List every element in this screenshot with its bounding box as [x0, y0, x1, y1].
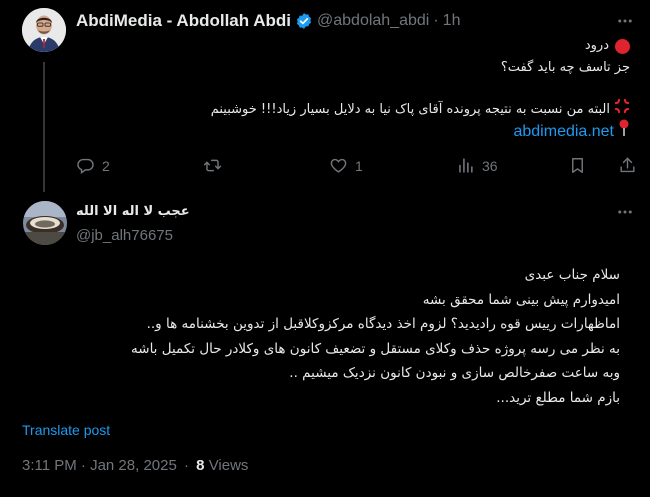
header-separator: · — [433, 12, 439, 29]
focused-reply-tweet[interactable]: عجب لا اله الا الله @jb_alh76675 سلام جن… — [0, 190, 650, 497]
share-icon — [620, 157, 635, 173]
reply-line: به نظر می رسه پروژه حذف وکلای مستقل و تض… — [131, 340, 620, 357]
reply-author-avatar[interactable] — [23, 201, 67, 245]
reply-line: سلام جناب عبدی — [524, 267, 620, 283]
tweet-link[interactable]: abdimedia.net — [513, 121, 614, 143]
tweet-line: جز تاسف چه باید گفت؟ — [500, 60, 630, 75]
verified-badge-icon — [295, 12, 313, 30]
round-pushpin-icon — [618, 119, 630, 145]
views-label: Views — [208, 457, 249, 474]
meta-separator: · — [184, 457, 189, 474]
tweet-actions: 2 1 36 — [76, 156, 636, 178]
author-avatar[interactable] — [22, 8, 66, 52]
parent-tweet[interactable]: AbdiMedia - Abdollah Abdi @abdolah_abdi … — [0, 0, 650, 192]
tweet-line: البته من نسبت به نتیجه پرونده آقای پاک ن… — [210, 102, 610, 117]
translate-post-link[interactable]: Translate post — [22, 422, 110, 438]
reply-line: وبه ساعت صفرخالص سازی و نبودن کانون نزدی… — [289, 365, 620, 381]
thread-connector-line — [43, 62, 45, 192]
reply-count: 2 — [102, 157, 110, 174]
views-count: 8 — [196, 457, 205, 474]
reply-author-handle[interactable]: @jb_alh76675 — [76, 227, 173, 244]
post-metadata: 3:11 PM · Jan 28, 2025 · 8 Views — [22, 457, 248, 474]
heart-icon — [330, 158, 347, 173]
retweet-icon — [203, 159, 222, 172]
more-options-icon[interactable] — [614, 201, 636, 223]
bookmark-icon — [572, 158, 583, 173]
tweet-time[interactable]: 1h — [443, 12, 461, 30]
reply-author-name[interactable]: عجب لا اله الا الله — [76, 204, 190, 219]
views-button[interactable]: 36 — [456, 156, 498, 175]
more-options-icon[interactable] — [614, 10, 636, 32]
post-timestamp[interactable]: 3:11 PM · Jan 28, 2025 — [22, 457, 177, 474]
reply-line: اماظهارات رییس قوه رادیدید؟ لزوم اخذ دید… — [146, 316, 620, 332]
analytics-icon — [459, 158, 473, 173]
red-circle-icon — [615, 38, 630, 54]
author-handle[interactable]: @abdolah_abdi — [317, 12, 429, 30]
view-count: 36 — [482, 157, 498, 174]
like-button[interactable]: 1 — [329, 156, 363, 175]
retweet-button[interactable] — [203, 156, 229, 175]
like-count: 1 — [355, 157, 363, 174]
author-name[interactable]: AbdiMedia - Abdollah Abdi — [76, 11, 291, 31]
reply-line: امیدوارم پیش بینی شما محقق بشه — [422, 291, 620, 308]
reply-text: سلام جناب عبدی امیدوارم پیش بینی شما محق… — [10, 263, 620, 410]
reply-button[interactable]: 2 — [76, 156, 110, 175]
tweet-line: درود — [584, 38, 609, 53]
share-button[interactable] — [618, 156, 644, 175]
tweet-text: درود جز تاسف چه باید گفت؟ البته من نسبت … — [90, 35, 630, 143]
reply-line: بازم شما مطلع ترید... — [496, 389, 620, 406]
tweet-header: AbdiMedia - Abdollah Abdi @abdolah_abdi … — [76, 10, 460, 32]
bookmark-button[interactable] — [568, 156, 594, 175]
reply-icon — [77, 158, 94, 174]
